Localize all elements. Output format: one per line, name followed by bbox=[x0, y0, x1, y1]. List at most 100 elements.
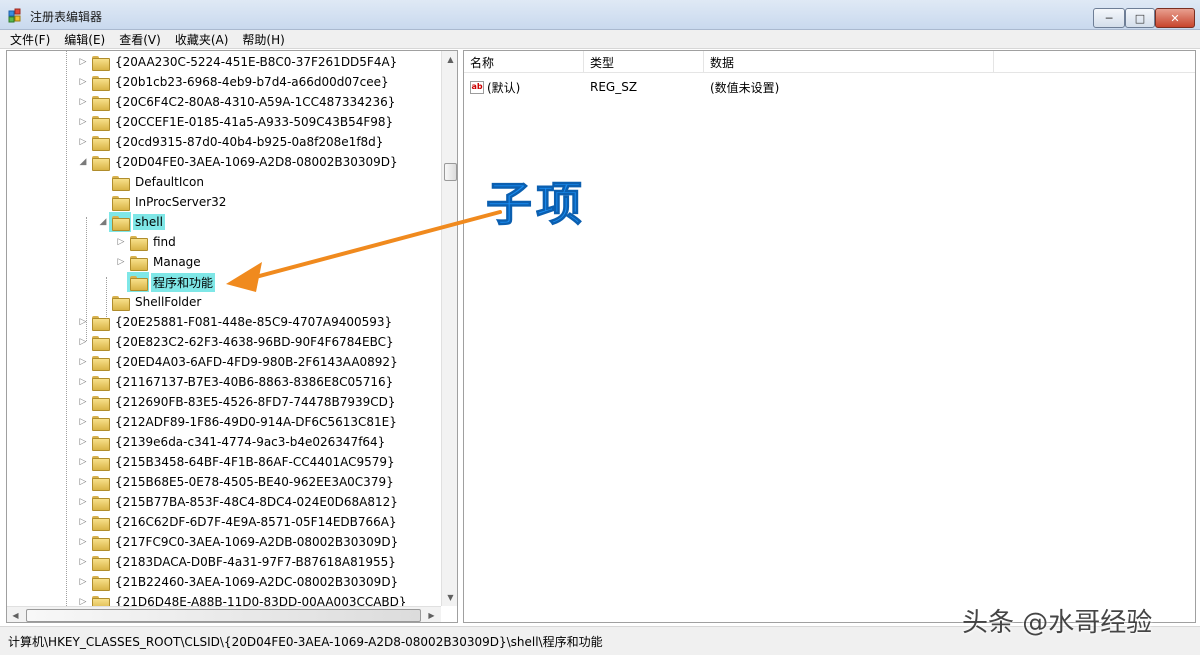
tree-item[interactable]: ▷ {215B77BA-853F-48C4-8DC4-024E0D68A812} bbox=[77, 492, 400, 512]
expand-arrow-icon[interactable]: ▷ bbox=[77, 516, 89, 528]
expand-arrow-icon[interactable]: ▷ bbox=[77, 496, 89, 508]
expand-arrow-icon[interactable]: ▷ bbox=[77, 536, 89, 548]
expand-arrow-icon[interactable]: ▷ bbox=[77, 376, 89, 388]
scroll-up-arrow-icon[interactable]: ▲ bbox=[442, 51, 457, 68]
tree-item-label: {20E25881-F081-448e-85C9-4707A9400593} bbox=[115, 315, 393, 329]
tree-item-label: {20C6F4C2-80A8-4310-A59A-1CC487334236} bbox=[115, 95, 396, 109]
expand-arrow-icon[interactable]: ▷ bbox=[115, 236, 127, 248]
expand-arrow-icon[interactable]: ▷ bbox=[77, 596, 89, 606]
tree-item-label: {21167137-B7E3-40B6-8863-8386E8C05716} bbox=[115, 375, 394, 389]
tree-item-label: DefaultIcon bbox=[135, 175, 204, 189]
list-header: 名称 类型 数据 bbox=[464, 51, 1195, 73]
menu-edit[interactable]: 编辑(E) bbox=[64, 31, 105, 48]
tree-item-label: {20CCEF1E-0185-41a5-A933-509C43B54F98} bbox=[115, 115, 394, 129]
tree-item[interactable]: ▷ {20b1cb23-6968-4eb9-b7d4-a66d00d07cee} bbox=[77, 72, 391, 92]
expand-arrow-icon[interactable]: ▷ bbox=[77, 316, 89, 328]
collapse-arrow-icon[interactable]: ◢ bbox=[97, 216, 109, 228]
tree-item[interactable]: ▷ {21167137-B7E3-40B6-8863-8386E8C05716} bbox=[77, 372, 395, 392]
expand-arrow-icon[interactable]: ▷ bbox=[77, 56, 89, 68]
folder-icon bbox=[92, 515, 110, 531]
column-header-type[interactable]: 类型 bbox=[584, 51, 704, 73]
tree-item-label: {215B3458-64BF-4F1B-86AF-CC4401AC9579} bbox=[115, 455, 395, 469]
expand-arrow-icon[interactable]: ▷ bbox=[77, 76, 89, 88]
tree-vscroll-thumb[interactable] bbox=[444, 163, 457, 181]
close-button[interactable]: ✕ bbox=[1155, 8, 1195, 28]
tree-item[interactable]: DefaultIcon bbox=[97, 172, 206, 192]
registry-tree-pane[interactable]: ▷ {20AA230C-5224-451E-B8C0-37F261DD5F4A} ▷… bbox=[6, 50, 458, 623]
menu-favorites[interactable]: 收藏夹(A) bbox=[175, 31, 229, 48]
tree-item[interactable]: ShellFolder bbox=[97, 292, 203, 312]
expand-arrow-icon[interactable]: ▷ bbox=[77, 356, 89, 368]
tree-item[interactable]: ▷ {212690FB-83E5-4526-8FD7-74478B7939CD} bbox=[77, 392, 398, 412]
tree-item-label: {212ADF89-1F86-49D0-914A-DF6C5613C81E} bbox=[115, 415, 397, 429]
list-item[interactable]: ab (默认) REG_SZ (数值未设置) bbox=[464, 77, 1195, 97]
tree-item[interactable]: InProcServer32 bbox=[97, 192, 228, 212]
tree-item[interactable]: ▷ Manage bbox=[115, 252, 203, 272]
tree-item[interactable]: ▷ {212ADF89-1F86-49D0-914A-DF6C5613C81E} bbox=[77, 412, 399, 432]
expand-arrow-icon[interactable]: ▷ bbox=[77, 416, 89, 428]
expand-arrow-icon[interactable]: ▷ bbox=[115, 256, 127, 268]
expand-arrow-icon[interactable]: ▷ bbox=[77, 456, 89, 468]
tree-item[interactable]: ▷ {20C6F4C2-80A8-4310-A59A-1CC487334236} bbox=[77, 92, 397, 112]
tree-item[interactable]: ▷ {217FC9C0-3AEA-1069-A2DB-08002B30309D} bbox=[77, 532, 400, 552]
tree-item[interactable]: ▷ {21B22460-3AEA-1069-A2DC-08002B30309D} bbox=[77, 572, 400, 592]
tree-item[interactable]: ◢ shell bbox=[97, 212, 165, 232]
folder-icon bbox=[92, 435, 110, 451]
menu-view[interactable]: 查看(V) bbox=[119, 31, 161, 48]
menu-help[interactable]: 帮助(H) bbox=[242, 31, 284, 48]
tree-item[interactable]: ▷ {215B68E5-0E78-4505-BE40-962EE3A0C379} bbox=[77, 472, 396, 492]
tree-vertical-scrollbar[interactable]: ▲ ▼ bbox=[441, 51, 457, 606]
folder-icon bbox=[92, 135, 110, 151]
tree-item[interactable]: ▷ {20AA230C-5224-451E-B8C0-37F261DD5F4A} bbox=[77, 52, 399, 72]
tree-item[interactable]: ▷ {20E823C2-62F3-4638-96BD-90F4F6784EBC} bbox=[77, 332, 396, 352]
folder-icon bbox=[112, 195, 130, 211]
scroll-left-arrow-icon[interactable]: ◀ bbox=[7, 607, 24, 622]
tree-horizontal-scrollbar[interactable]: ◀ ▶ bbox=[7, 606, 441, 622]
tree-item-label: {212690FB-83E5-4526-8FD7-74478B7939CD} bbox=[115, 395, 396, 409]
tree-item-label: {20AA230C-5224-451E-B8C0-37F261DD5F4A} bbox=[115, 55, 398, 69]
folder-icon bbox=[92, 115, 110, 131]
expand-arrow-icon[interactable]: ▷ bbox=[77, 116, 89, 128]
collapse-arrow-icon[interactable]: ◢ bbox=[77, 156, 89, 168]
tree-item-label: {20b1cb23-6968-4eb9-b7d4-a66d00d07cee} bbox=[115, 75, 389, 89]
tree-connector bbox=[97, 196, 109, 208]
tree-item[interactable]: ▷ {2139e6da-c341-4774-9ac3-b4e026347f64} bbox=[77, 432, 387, 452]
maximize-button[interactable]: □ bbox=[1125, 8, 1155, 28]
tree-item[interactable]: 程序和功能 bbox=[115, 272, 216, 292]
menu-file[interactable]: 文件(F) bbox=[10, 31, 50, 48]
expand-arrow-icon[interactable]: ▷ bbox=[77, 556, 89, 568]
watermark: 头条 @水哥经验 bbox=[962, 608, 1153, 638]
tree-item[interactable]: ▷ {20CCEF1E-0185-41a5-A933-509C43B54F98} bbox=[77, 112, 395, 132]
expand-arrow-icon[interactable]: ▷ bbox=[77, 576, 89, 588]
expand-arrow-icon[interactable]: ▷ bbox=[77, 136, 89, 148]
tree-item-label: {21D6D48E-A88B-11D0-83DD-00AA003CCABD} bbox=[115, 595, 407, 606]
tree-item[interactable]: ◢ {20D04FE0-3AEA-1069-A2D8-08002B30309D} bbox=[77, 152, 400, 172]
tree-item-label: 程序和功能 bbox=[151, 272, 216, 292]
tree-item[interactable]: ▷ find bbox=[115, 232, 178, 252]
column-header-name[interactable]: 名称 bbox=[464, 51, 584, 73]
values-list-pane[interactable]: 名称 类型 数据 ab (默认) REG_SZ (数值未设置) bbox=[463, 50, 1196, 623]
tree-item[interactable]: ▷ {215B3458-64BF-4F1B-86AF-CC4401AC9579} bbox=[77, 452, 397, 472]
folder-icon bbox=[130, 235, 148, 251]
tree-item[interactable]: ▷ {21D6D48E-A88B-11D0-83DD-00AA003CCABD} bbox=[77, 592, 409, 606]
expand-arrow-icon[interactable]: ▷ bbox=[77, 336, 89, 348]
scroll-down-arrow-icon[interactable]: ▼ bbox=[442, 589, 457, 606]
tree-item[interactable]: ▷ {20cd9315-87d0-40b4-b925-0a8f208e1f8d} bbox=[77, 132, 385, 152]
tree-item[interactable]: ▷ {216C62DF-6D7F-4E9A-8571-05F14EDB766A} bbox=[77, 512, 399, 532]
expand-arrow-icon[interactable]: ▷ bbox=[77, 436, 89, 448]
tree-connector bbox=[97, 296, 109, 308]
minimize-button[interactable]: ─ bbox=[1093, 8, 1125, 28]
scroll-right-arrow-icon[interactable]: ▶ bbox=[423, 607, 440, 622]
expand-arrow-icon[interactable]: ▷ bbox=[77, 476, 89, 488]
tree-item[interactable]: ▷ {2183DACA-D0BF-4a31-97F7-B87618A81955} bbox=[77, 552, 398, 572]
annotation-label: 子项 bbox=[486, 177, 586, 232]
tree-item-label: InProcServer32 bbox=[135, 195, 227, 209]
expand-arrow-icon[interactable]: ▷ bbox=[77, 396, 89, 408]
column-header-data[interactable]: 数据 bbox=[704, 51, 994, 73]
folder-icon bbox=[92, 95, 110, 111]
tree-item[interactable]: ▷ {20E25881-F081-448e-85C9-4707A9400593} bbox=[77, 312, 394, 332]
regedit-icon bbox=[8, 8, 21, 23]
tree-item[interactable]: ▷ {20ED4A03-6AFD-4FD9-980B-2F6143AA0892} bbox=[77, 352, 400, 372]
expand-arrow-icon[interactable]: ▷ bbox=[77, 96, 89, 108]
tree-hscroll-thumb[interactable] bbox=[26, 609, 421, 622]
